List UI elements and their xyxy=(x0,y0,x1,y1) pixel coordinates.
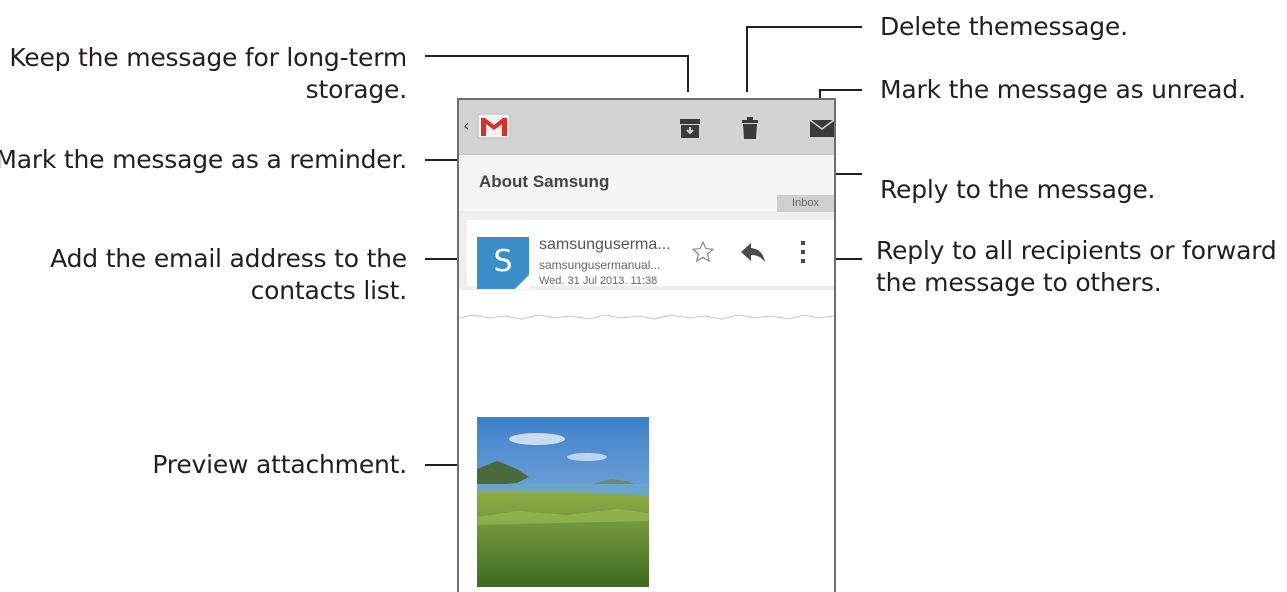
callout-archive-line-1: Keep the message for long-term xyxy=(9,43,407,72)
torn-edge xyxy=(459,290,834,320)
callout-delete: Delete themessage. xyxy=(880,12,1128,41)
callout-line-archive xyxy=(425,55,689,92)
folder-label[interactable]: Inbox xyxy=(777,195,834,212)
sent-date: Wed. 31 Jul 2013. 11:38 xyxy=(539,275,658,287)
back-chevron-icon[interactable]: ‹ xyxy=(463,116,469,135)
callout-contact-line-2: contacts list. xyxy=(250,276,408,305)
archive-icon[interactable] xyxy=(677,115,703,141)
callout-reminder: Mark the message as a reminder. xyxy=(0,145,407,174)
trash-icon[interactable] xyxy=(737,115,763,141)
attachment-preview[interactable] xyxy=(477,417,649,587)
mark-unread-icon[interactable] xyxy=(809,115,835,141)
callout-reply: Reply to the message. xyxy=(880,175,1156,204)
callout-archive: Keep the message for long-term storage. xyxy=(9,42,407,106)
callout-more: Reply to all recipients or forward the m… xyxy=(876,235,1277,299)
action-bar: ‹ xyxy=(459,100,834,155)
callout-more-line-1: Reply to all recipients or forward xyxy=(876,236,1277,265)
phone-screen: ‹ About Samsung Inbox S samsungusermа... xyxy=(457,98,836,592)
avatar[interactable]: S xyxy=(477,237,529,289)
star-icon[interactable] xyxy=(691,240,715,264)
avatar-corner xyxy=(515,275,529,289)
callout-unread: Mark the message as unread. xyxy=(880,75,1246,104)
sender-email: samsungusermanual... xyxy=(539,258,661,272)
sender-name: samsungusermа... xyxy=(539,236,671,253)
reply-icon[interactable] xyxy=(740,240,766,264)
callout-more-line-2: the message to others. xyxy=(876,268,1162,297)
callout-line-delete xyxy=(746,26,862,92)
more-vertical-icon[interactable] xyxy=(799,239,807,265)
email-subject: About Samsung xyxy=(479,172,610,191)
gmail-icon[interactable] xyxy=(477,112,511,140)
avatar-letter: S xyxy=(493,244,513,279)
callout-contact: Add the email address to the contacts li… xyxy=(50,243,407,307)
callout-attachment: Preview attachment. xyxy=(152,450,407,479)
callout-contact-line-1: Add the email address to the xyxy=(50,244,407,273)
callout-archive-line-2: storage. xyxy=(305,75,408,104)
